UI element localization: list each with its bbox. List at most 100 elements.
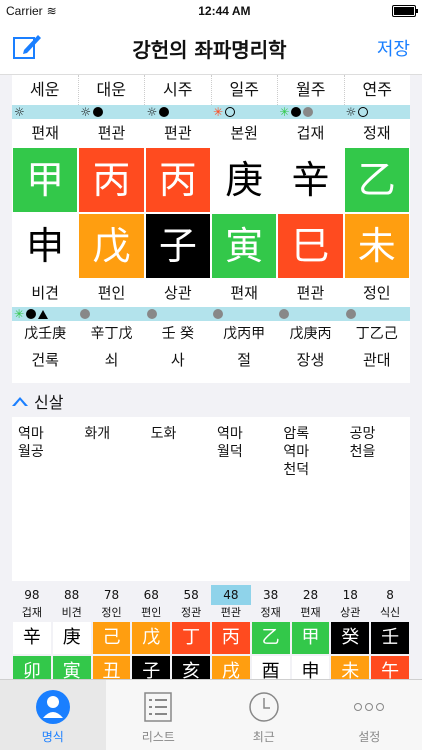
tab-clock[interactable]: 최근 (211, 680, 317, 750)
pillar-stem-cell[interactable]: 庚 (211, 148, 277, 212)
tab-bar: 명식 리스트 최근 설정 (0, 679, 422, 750)
shinsal-column: 역마 월공 (18, 426, 44, 460)
indicator-cell: ☼ (145, 105, 211, 119)
twelve-state-cell: 관대 (363, 351, 391, 369)
pillar-stem-cell[interactable]: 乙 (344, 148, 409, 212)
hidden-stem-cell: 丁乙己 (355, 326, 398, 342)
daeun-age[interactable]: 88 (52, 585, 92, 605)
daeun-top-labels: 겁재 비견 정인 편인 정관 편관 정재 편재 상관 식신 (12, 605, 410, 621)
indicator-cell (145, 307, 211, 321)
pillar-bottom-label: 정인 (363, 284, 391, 302)
page-title: 강헌의 좌파명리학 (132, 37, 287, 62)
twelve-state-cell: 건록 (31, 351, 59, 369)
daeun-age[interactable]: 28 (291, 585, 331, 605)
daeun-top-label: 식신 (379, 606, 401, 619)
pillar-top-label: 편재 (31, 124, 59, 142)
daeun-stem-cell[interactable]: 戊 (132, 622, 171, 654)
daeun-age[interactable]: 48 (210, 585, 251, 605)
pillar-branch-cell[interactable]: 巳 (278, 214, 343, 278)
daeun-stem-cell[interactable]: 辛 (13, 622, 51, 654)
pillar-bottom-label: 상관 (164, 284, 192, 302)
sun-icon: ☼ (14, 105, 25, 119)
daeun-stem-cell[interactable]: 壬 (371, 622, 409, 654)
edit-icon[interactable] (12, 32, 42, 64)
shinsal-column: 역마 월덕 (216, 426, 243, 460)
tab-label: 설정 (358, 730, 381, 744)
tab-list[interactable]: 리스트 (106, 680, 212, 750)
daeun-stem-cell[interactable]: 甲 (291, 622, 330, 654)
pillar-stem-cell[interactable]: 丙 (145, 148, 210, 212)
daeun-top-label: 정재 (260, 606, 281, 619)
pillar-branch-cell[interactable]: 子 (145, 214, 210, 278)
pillar-branch-cell[interactable]: 未 (344, 214, 409, 278)
green-star-icon: ✳ (14, 307, 25, 321)
daeun-stem-cell[interactable]: 己 (92, 622, 131, 654)
daeun-top-label: 편재 (300, 606, 321, 619)
daeun-age[interactable]: 98 (12, 585, 52, 605)
status-bar: Carrier ≋ 12:44 AM (0, 0, 422, 22)
indicator-bar-bottom: ✳ (12, 307, 410, 321)
daeun-age[interactable]: 68 (131, 585, 171, 605)
indicator-cell (344, 307, 410, 321)
four-pillars-panel: 세운 대운 시주 일주 월주 연주 ☼ ☼ ☼ ✳ ✳ ☼ 편재 편관 편관 본원 겁재 정재 甲丙… (12, 75, 410, 383)
black-dot-icon (159, 107, 170, 117)
wifi-icon: ≋ (46, 4, 57, 18)
pillar-bottom-label: 편인 (97, 284, 126, 302)
daeun-age[interactable]: 18 (330, 585, 370, 605)
daeun-age[interactable]: 38 (251, 585, 291, 605)
shinsal-column: 공망 천을 (349, 426, 376, 460)
hidden-stem-cell: 壬 癸 (161, 326, 195, 342)
pillar-branch-cell[interactable]: 戊 (79, 214, 144, 278)
shinsal-column: 암록 역마 천덕 (283, 426, 310, 478)
pillar-bottom-label: 편재 (230, 284, 258, 302)
pillar-top-labels: 편재 편관 편관 본원 겁재 정재 (12, 119, 410, 147)
shinsal-column: 화개 (84, 426, 111, 442)
clock: 12:44 AM (198, 4, 251, 18)
gray-dot-icon (345, 309, 356, 319)
daeun-top-label: 겁재 (21, 606, 43, 619)
daeun-stem-cell[interactable]: 丁 (172, 622, 210, 654)
pillar-stem-cell[interactable]: 丙 (79, 148, 144, 212)
daeun-ages: 98 88 78 68 58 48 38 28 18 8 (12, 585, 410, 605)
main-content[interactable]: 세운 대운 시주 일주 월주 연주 ☼ ☼ ☼ ✳ ✳ ☼ 편재 편관 편관 본원 겁재 정재 甲丙… (0, 75, 422, 719)
pillar-top-label: 정재 (363, 124, 391, 142)
chevron-up-icon (12, 396, 28, 406)
pillar-branches: 申戊子寅巳未 (12, 213, 410, 279)
sun-icon: ☼ (345, 105, 357, 119)
twelve-state-cell: 쇠 (104, 351, 119, 369)
daeun-top-label: 편인 (141, 606, 162, 619)
green-star-icon: ✳ (279, 105, 290, 119)
battery-icon (391, 5, 418, 17)
daeun-age[interactable]: 58 (171, 585, 211, 605)
daeun-age[interactable]: 8 (370, 585, 410, 605)
indicator-cell: ✳ (211, 105, 277, 119)
gray-dot-icon (146, 309, 157, 319)
save-button[interactable]: 저장 (377, 35, 410, 61)
twelve-state-cell: 절 (237, 351, 252, 369)
pillar-bottom-label: 편관 (296, 284, 325, 302)
pillar-branch-cell[interactable]: 寅 (211, 214, 277, 278)
hidden-stems: 戊壬庚 辛丁戊 壬 癸 戊丙甲 戊庚丙 丁乙己 (12, 321, 410, 347)
tab-person[interactable]: 명식 (0, 680, 106, 750)
sun-icon: ☼ (80, 105, 92, 119)
daeun-age[interactable]: 78 (92, 585, 132, 605)
hidden-stem-cell: 戊庚丙 (289, 326, 332, 342)
daeun-stem-cell[interactable]: 癸 (331, 622, 370, 654)
pillar-branch-cell[interactable]: 申 (13, 214, 78, 278)
nav-bar: 강헌의 좌파명리학 저장 (0, 22, 422, 75)
daeun-stem-cell[interactable]: 乙 (251, 622, 290, 654)
daeun-stem-cell[interactable]: 丙 (211, 622, 250, 654)
shinsal-toggle[interactable]: 신살 (12, 387, 63, 415)
hidden-stem-cell: 辛丁戊 (90, 326, 133, 342)
carrier-label: Carrier (6, 4, 43, 18)
tab-more[interactable]: 설정 (317, 680, 422, 750)
pillar-stem-cell[interactable]: 甲 (13, 148, 78, 212)
shinsal-column: 도화 (150, 426, 177, 442)
pillar-header: 연주 (343, 75, 411, 105)
daeun-stem-cell[interactable]: 庚 (52, 622, 91, 654)
black-dot-icon (26, 309, 37, 319)
shinsal-panel: 역마 월공 화개 도화 역마 월덕 암록 역마 천덕 공망 천을 (12, 417, 410, 581)
tab-label: 명식 (41, 730, 64, 744)
pillar-stem-cell[interactable]: 辛 (278, 148, 343, 212)
indicator-cell: ✳ (277, 105, 343, 119)
